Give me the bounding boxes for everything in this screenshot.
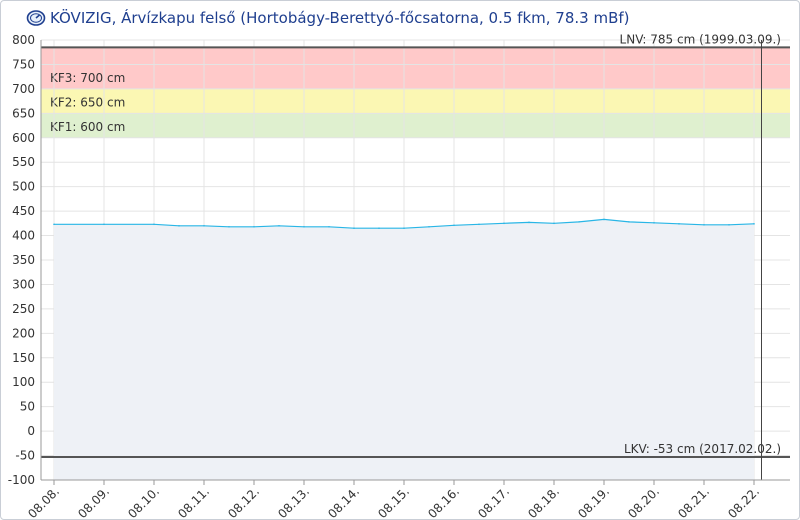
data-point (378, 227, 380, 230)
series-area-1 (54, 219, 754, 480)
x-tick-label: 08.14. (325, 484, 362, 520)
water-level-chart: KF3: 700 cm KF2: 650 cm KF1: 600 cm LNV: 7… (8, 32, 790, 520)
y-tick-label: 600 (12, 131, 35, 145)
y-tick-label: 100 (12, 375, 35, 389)
data-point (503, 222, 505, 225)
x-tick-label: 08.12. (225, 484, 262, 520)
data-point (53, 223, 55, 226)
data-point (328, 225, 330, 228)
y-tick-label: 800 (12, 33, 35, 47)
y-tick-label: 700 (12, 82, 35, 96)
data-point (553, 222, 555, 225)
x-tick-label: 08.15. (375, 484, 412, 520)
data-point (678, 223, 680, 225)
y-tick-label: 300 (12, 277, 35, 291)
y-tick-label: 250 (12, 302, 35, 316)
threshold-band-3 (41, 113, 790, 138)
x-tick-label: 08.19. (575, 484, 612, 520)
data-point (753, 223, 755, 225)
data-point (528, 221, 530, 224)
data-point (228, 225, 230, 228)
y-tick-label: 200 (12, 326, 35, 340)
data-point (578, 221, 580, 223)
data-point (478, 223, 480, 226)
data-point (278, 224, 280, 227)
x-tick-label: 08.20. (625, 484, 662, 520)
x-tick-label: 08.09. (75, 484, 112, 520)
threshold-band-1 (41, 47, 790, 89)
data-point (153, 223, 155, 226)
threshold-label-1: KF3: 700 cm (50, 71, 125, 85)
reference-label-2: LKV: -53 cm (2017.02.02.) (624, 442, 781, 456)
x-tick-label: 08.11. (175, 484, 212, 520)
data-point (178, 224, 180, 227)
data-point (403, 227, 405, 230)
x-tick-label: 08.18. (525, 484, 562, 520)
y-tick-label: 350 (12, 253, 35, 267)
y-tick-label: 500 (12, 180, 35, 194)
x-tick-label: 08.22. (725, 484, 762, 520)
data-point (628, 221, 630, 223)
y-tick-label: 750 (12, 57, 35, 71)
x-tick-label: 08.08. (25, 484, 62, 520)
data-point (303, 225, 305, 228)
y-tick-label: 150 (12, 351, 35, 365)
threshold-label-3: KF1: 600 cm (50, 120, 125, 134)
y-tick-label: 400 (12, 229, 35, 243)
x-tick-label: 08.10. (125, 484, 162, 520)
data-point (428, 225, 430, 228)
y-tick-label: 550 (12, 155, 35, 169)
data-point (203, 224, 205, 227)
y-tick-label: -50 (15, 449, 35, 463)
x-tick-label: 08.21. (675, 484, 712, 520)
y-tick-label: -100 (8, 473, 35, 487)
data-point (253, 225, 255, 228)
y-tick-label: 50 (20, 400, 35, 414)
y-tick-label: 0 (27, 424, 35, 438)
x-tick-label: 08.16. (425, 484, 462, 520)
reference-label-1: LNV: 785 cm (1999.03.09.) (620, 32, 781, 46)
data-point (353, 227, 355, 230)
data-point (103, 223, 105, 226)
data-point (728, 224, 730, 226)
y-tick-label: 450 (12, 204, 35, 218)
x-tick-label: 08.17. (475, 484, 512, 520)
threshold-label-2: KF2: 650 cm (50, 95, 125, 109)
data-point (703, 224, 705, 226)
data-point (653, 222, 655, 224)
data-point (453, 224, 455, 227)
threshold-band-2 (41, 88, 790, 114)
x-tick-label: 08.13. (275, 484, 312, 520)
y-tick-label: 650 (12, 106, 35, 120)
data-point (603, 218, 605, 221)
